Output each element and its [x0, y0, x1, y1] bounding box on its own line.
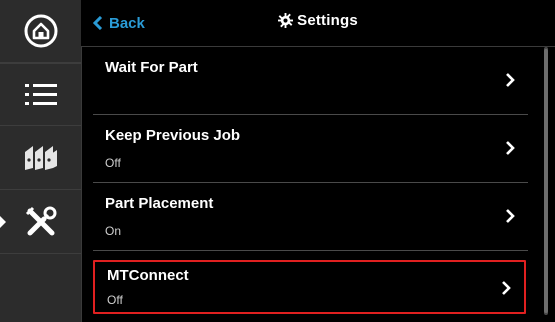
active-indicator: [0, 216, 6, 228]
home-icon: [24, 14, 57, 48]
chevron-right-icon: [506, 73, 515, 87]
setting-keep-previous-job[interactable]: Keep Previous Job Off: [93, 115, 528, 183]
chevron-right-icon: [502, 281, 511, 295]
setting-part-placement[interactable]: Part Placement On: [93, 183, 528, 251]
setting-mtconnect[interactable]: MTConnect Off: [93, 260, 526, 314]
title-text: Settings: [297, 12, 358, 29]
scrollbar-thumb[interactable]: [544, 49, 548, 313]
nav-home-button[interactable]: [0, 0, 81, 63]
chevron-right-icon: [506, 141, 515, 155]
header: Back Settings: [81, 0, 555, 47]
setting-label: Keep Previous Job: [105, 127, 241, 144]
nav-parts-button[interactable]: [0, 127, 81, 190]
nav-settings-button[interactable]: [0, 191, 81, 254]
setting-label: Part Placement: [105, 195, 214, 212]
page-title: Settings: [81, 12, 555, 29]
setting-value: Off: [107, 293, 123, 307]
setting-value: Off: [105, 156, 121, 170]
tools-icon: [25, 206, 56, 236]
setting-label: MTConnect: [107, 267, 189, 284]
setting-value: On: [105, 224, 122, 238]
setting-wait-for-part[interactable]: Wait For Part: [93, 47, 528, 115]
settings-list: Wait For Part Keep Previous Job Off Part…: [81, 47, 555, 322]
gear-icon: [278, 13, 294, 28]
parts-icon: [24, 146, 57, 170]
list-icon: [24, 83, 57, 105]
nav-list-button[interactable]: [0, 63, 81, 126]
sidebar: [0, 0, 82, 322]
scrollbar[interactable]: [544, 47, 548, 315]
chevron-right-icon: [506, 209, 515, 223]
setting-label: Wait For Part: [105, 59, 198, 76]
